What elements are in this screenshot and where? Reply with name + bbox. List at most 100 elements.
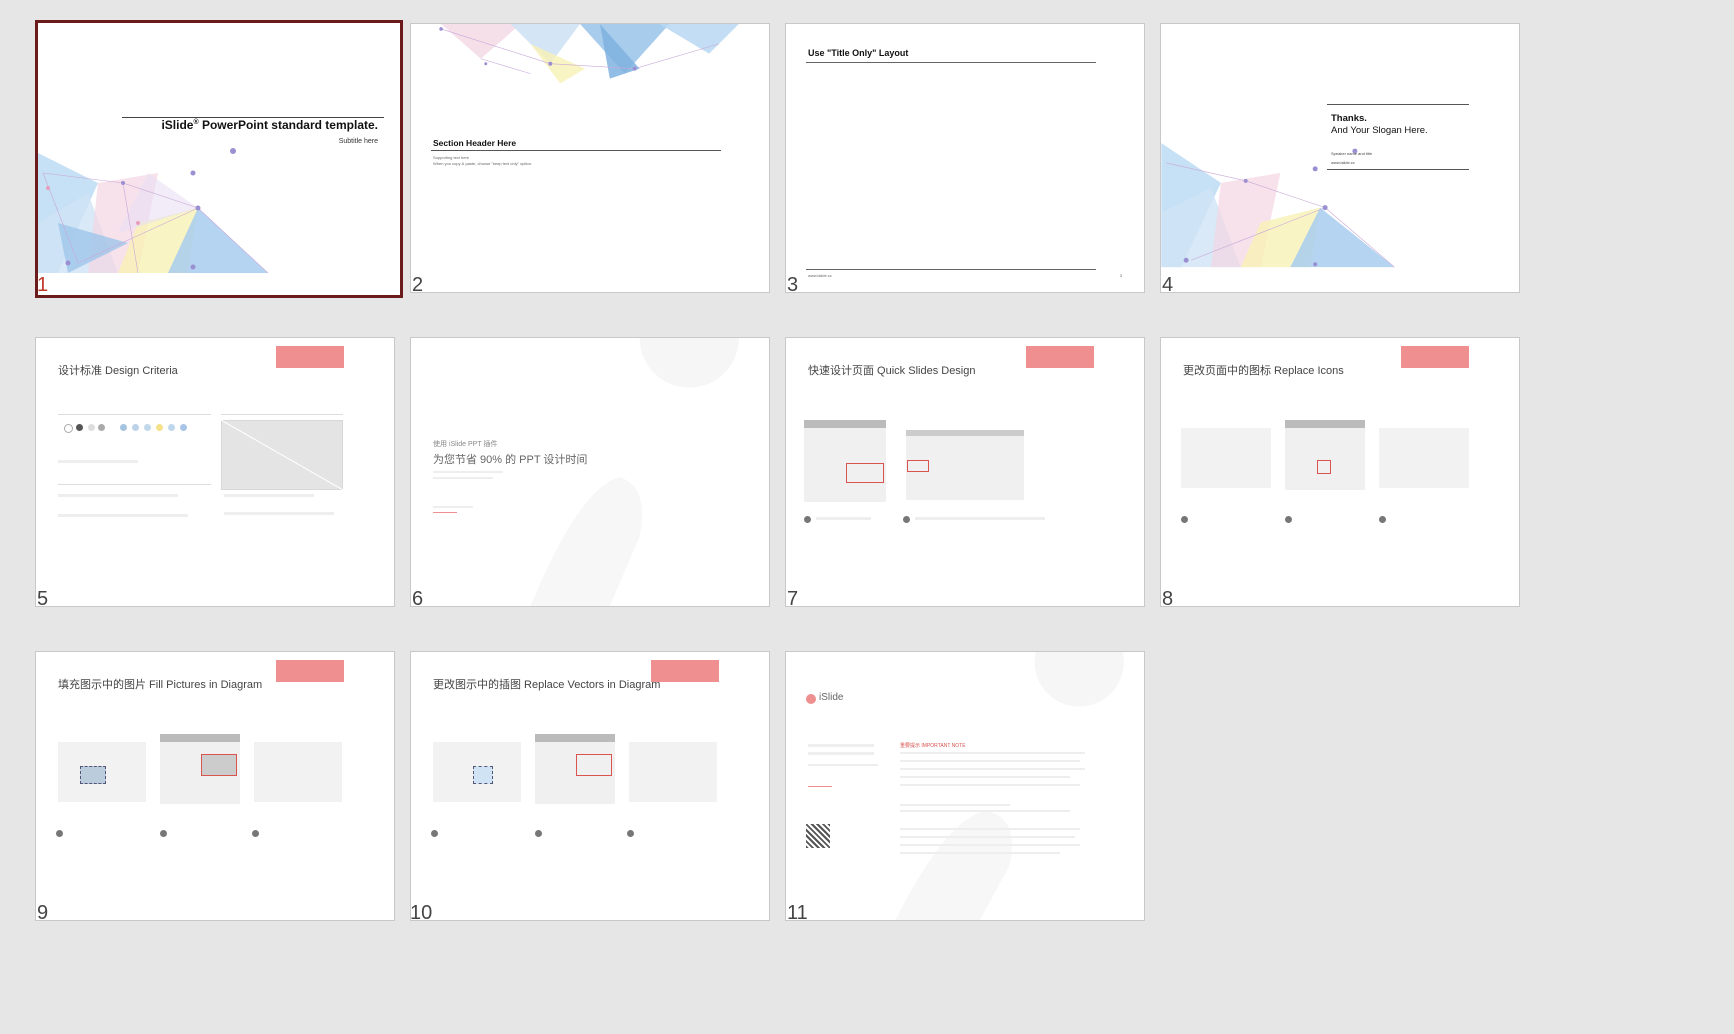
slide-thumbnail-8[interactable]: 更改页面中的图标 Replace Icons bbox=[1160, 337, 1520, 607]
text-placeholder bbox=[58, 514, 188, 517]
thanks-text: Thanks. bbox=[1331, 113, 1367, 124]
text-placeholder bbox=[900, 810, 1070, 812]
text-placeholder bbox=[58, 494, 178, 497]
slide-number-4: 4 bbox=[1162, 274, 1174, 296]
panel-header bbox=[804, 420, 886, 428]
icon-library-panel bbox=[1285, 420, 1365, 490]
slide-title: 更改页面中的图标 Replace Icons bbox=[1183, 365, 1344, 377]
islide-logo-icon bbox=[806, 694, 816, 704]
text-placeholder bbox=[433, 471, 503, 473]
slide-thumbnail-4[interactable]: Thanks. And Your Slogan Here. Speaker na… bbox=[1160, 23, 1520, 293]
title-rule bbox=[806, 62, 1096, 63]
slide-thumbnail-3[interactable]: Use "Title Only" Layout www.islide.cc 3 bbox=[785, 23, 1145, 293]
brand-name: iSlide bbox=[819, 692, 844, 703]
bottom-rule bbox=[1327, 169, 1469, 170]
footer-url: www.islide.cc bbox=[808, 273, 832, 278]
text-placeholder bbox=[224, 494, 314, 497]
highlight-box bbox=[576, 754, 612, 776]
slide-headline: 为您节省 90% 的 PPT 设计时间 bbox=[433, 454, 588, 466]
slide-number-5: 5 bbox=[37, 588, 49, 610]
text-placeholder bbox=[816, 517, 871, 520]
swatch bbox=[88, 424, 95, 431]
panel-header bbox=[160, 734, 240, 742]
text-placeholder bbox=[900, 784, 1080, 786]
slide-title: iSlide® PowerPoint standard template. bbox=[161, 118, 378, 132]
text-placeholder bbox=[433, 477, 493, 479]
text-placeholder bbox=[900, 768, 1085, 770]
text-placeholder bbox=[224, 512, 334, 515]
qr-code-icon bbox=[806, 824, 830, 848]
slide-thumbnail-2[interactable]: Section Header Here Supporting text here… bbox=[410, 23, 770, 293]
highlight-box bbox=[201, 754, 237, 776]
text-placeholder bbox=[808, 764, 878, 766]
top-rule bbox=[1327, 104, 1469, 105]
text-placeholder bbox=[808, 744, 874, 747]
text-placeholder bbox=[900, 776, 1070, 778]
text-placeholder bbox=[900, 852, 1060, 854]
step-marker bbox=[252, 830, 259, 837]
slide-thumbnail-7[interactable]: 快速设计页面 Quick Slides Design bbox=[785, 337, 1145, 607]
step-marker bbox=[160, 830, 167, 837]
slide-number-1: 1 bbox=[37, 274, 49, 296]
slide-thumbnail-1[interactable]: iSlide® PowerPoint standard template. Su… bbox=[35, 20, 403, 298]
text-placeholder bbox=[900, 760, 1080, 762]
slide-thumbnail-5[interactable]: 设计标准 Design Criteria bbox=[35, 337, 395, 607]
panel-header bbox=[1285, 420, 1365, 428]
slide-title: Section Header Here bbox=[433, 138, 517, 148]
supporting-text: Supporting text here bbox=[433, 155, 470, 160]
slide-subtitle: Subtitle here bbox=[338, 138, 378, 145]
slide-number-10: 10 bbox=[410, 902, 433, 924]
vector-placeholder bbox=[473, 766, 493, 784]
swatch bbox=[98, 424, 105, 431]
step-marker bbox=[431, 830, 438, 837]
slide-number-8: 8 bbox=[1162, 588, 1174, 610]
swatch bbox=[144, 424, 151, 431]
note-label bbox=[651, 660, 719, 682]
slide-caption: 使用 iSlide PPT 插件 bbox=[433, 441, 498, 448]
divider bbox=[58, 484, 211, 485]
note-label bbox=[276, 660, 344, 682]
slide-title: 更改图示中的插图 Replace Vectors in Diagram bbox=[433, 679, 661, 691]
speaker-text: Speaker name and title bbox=[1331, 151, 1373, 156]
step-marker bbox=[56, 830, 63, 837]
slide-thumbnail-10[interactable]: 更改图示中的插图 Replace Vectors in Diagram bbox=[410, 651, 770, 921]
title-rule bbox=[431, 150, 721, 151]
slide-number-2: 2 bbox=[412, 274, 424, 296]
swatch bbox=[76, 424, 83, 431]
url-text: www.islide.cc bbox=[1331, 160, 1355, 165]
swatch bbox=[168, 424, 175, 431]
polygon-art bbox=[38, 148, 269, 274]
step-marker bbox=[1285, 516, 1292, 523]
diagram-panel bbox=[804, 420, 886, 502]
after-panel bbox=[629, 742, 717, 802]
step-marker bbox=[1181, 516, 1188, 523]
text-placeholder bbox=[433, 506, 473, 508]
picture-placeholder bbox=[80, 766, 106, 784]
slide-thumbnail-11[interactable]: iSlide 重要提示 IMPORTANT NOTE bbox=[785, 651, 1145, 921]
accent-line bbox=[808, 786, 832, 787]
slide-title: 填充图示中的图片 Fill Pictures in Diagram bbox=[58, 679, 263, 691]
note-label bbox=[276, 346, 344, 368]
slide-thumbnail-9[interactable]: 填充图示中的图片 Fill Pictures in Diagram bbox=[35, 651, 395, 921]
slide-title: Use "Title Only" Layout bbox=[808, 48, 909, 58]
divider bbox=[221, 414, 343, 415]
footer-page: 3 bbox=[1119, 273, 1122, 278]
important-note-heading: 重要提示 IMPORTANT NOTE bbox=[900, 743, 966, 749]
highlight-box bbox=[907, 460, 929, 472]
before-panel bbox=[1181, 428, 1271, 488]
slide-number-3: 3 bbox=[787, 274, 799, 296]
slide-thumbnail-6[interactable]: 使用 iSlide PPT 插件 为您节省 90% 的 PPT 设计时间 bbox=[410, 337, 770, 607]
slide-number-6: 6 bbox=[412, 588, 424, 610]
text-placeholder bbox=[900, 752, 1085, 754]
highlight-box bbox=[1317, 460, 1331, 474]
text-placeholder bbox=[808, 752, 874, 755]
step-marker bbox=[535, 830, 542, 837]
text-placeholder bbox=[915, 517, 1045, 520]
slide-number-7: 7 bbox=[787, 588, 799, 610]
swatch bbox=[156, 424, 163, 431]
footer-rule bbox=[806, 269, 1096, 270]
divider bbox=[58, 414, 211, 415]
slide-number-9: 9 bbox=[37, 902, 49, 924]
text-placeholder bbox=[900, 828, 1080, 830]
swatch bbox=[180, 424, 187, 431]
